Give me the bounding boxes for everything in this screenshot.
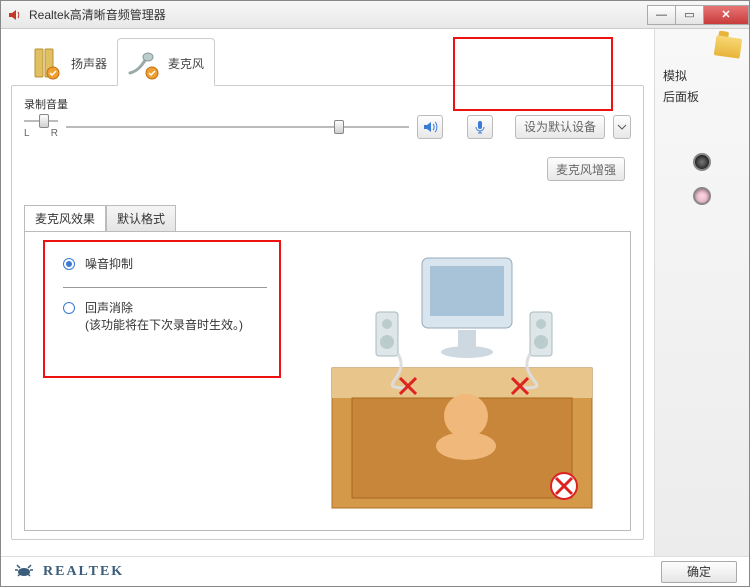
mute-button[interactable] bbox=[417, 115, 443, 139]
tab-speaker[interactable]: 扬声器 bbox=[21, 39, 117, 85]
balance-right-label: R bbox=[51, 128, 58, 139]
device-panel: 录制音量 L R bbox=[11, 85, 644, 540]
subtab-effects-label: 麦克风效果 bbox=[35, 212, 95, 226]
minimize-button[interactable]: ― bbox=[647, 5, 675, 25]
ok-button-label: 确定 bbox=[687, 563, 711, 580]
folder-icon[interactable] bbox=[714, 35, 743, 58]
sub-tabs: 麦克风效果 默认格式 bbox=[24, 205, 631, 232]
content-area: 扬声器 麦克风 录制音量 bbox=[1, 29, 749, 556]
titlebar: Realtek高清晰音频管理器 ― ▭ ✕ bbox=[1, 1, 749, 29]
sidebar: 模拟 后面板 bbox=[654, 29, 749, 556]
effects-panel: 噪音抑制 回声消除 (该功能将在下次录音时生效。) bbox=[24, 231, 631, 531]
tab-speaker-label: 扬声器 bbox=[71, 55, 107, 72]
close-button[interactable]: ✕ bbox=[703, 5, 749, 25]
ok-button[interactable]: 确定 bbox=[661, 561, 737, 583]
mic-boost-button[interactable]: 麦克风增强 bbox=[547, 157, 625, 181]
jack-pink[interactable] bbox=[693, 187, 711, 205]
balance-left-label: L bbox=[24, 128, 30, 139]
speaker-icon bbox=[27, 45, 65, 81]
realtek-crab-icon bbox=[13, 561, 35, 582]
default-device-dropdown[interactable] bbox=[613, 115, 631, 139]
mic-boost-label: 麦克风增强 bbox=[556, 161, 616, 178]
balance-slider[interactable] bbox=[24, 114, 58, 128]
volume-row: L R bbox=[24, 114, 631, 139]
set-default-device-label: 设为默认设备 bbox=[524, 118, 596, 135]
highlight-mic-controls bbox=[453, 37, 613, 111]
subtab-mic-effects[interactable]: 麦克风效果 bbox=[24, 205, 106, 232]
subtab-default-format[interactable]: 默认格式 bbox=[106, 205, 176, 232]
app-icon bbox=[7, 7, 23, 23]
set-default-device-button[interactable]: 设为默认设备 bbox=[515, 115, 605, 139]
tab-microphone-label: 麦克风 bbox=[168, 55, 204, 72]
tab-microphone[interactable]: 麦克风 bbox=[117, 38, 215, 86]
window-title: Realtek高清晰音频管理器 bbox=[29, 6, 166, 23]
microphone-icon bbox=[124, 45, 162, 81]
app-window: Realtek高清晰音频管理器 ― ▭ ✕ 扬声器 麦克风 bbox=[0, 0, 750, 587]
main-panel: 扬声器 麦克风 录制音量 bbox=[1, 29, 654, 556]
brand-label: REALTEK bbox=[43, 564, 124, 580]
footer: REALTEK 确定 bbox=[1, 556, 749, 586]
analog-label: 模拟 bbox=[663, 67, 687, 84]
rear-panel-label: 后面板 bbox=[663, 88, 699, 105]
desk-illustration bbox=[312, 238, 612, 518]
jack-black[interactable] bbox=[693, 153, 711, 171]
maximize-button[interactable]: ▭ bbox=[675, 5, 703, 25]
volume-slider[interactable] bbox=[66, 120, 409, 134]
subtab-format-label: 默认格式 bbox=[117, 212, 165, 226]
highlight-options bbox=[43, 240, 281, 378]
mic-mute-button[interactable] bbox=[467, 115, 493, 139]
window-controls: ― ▭ ✕ bbox=[647, 5, 749, 25]
